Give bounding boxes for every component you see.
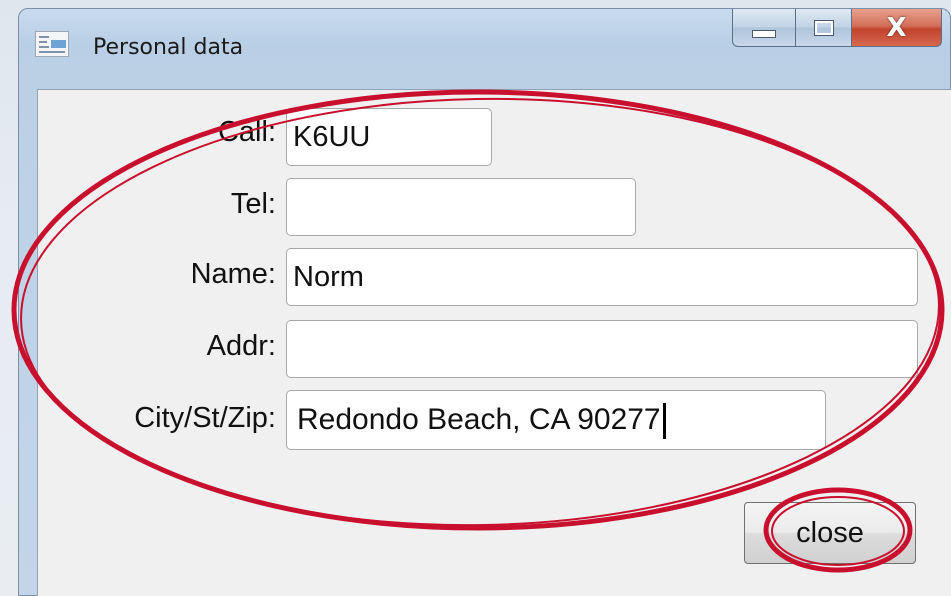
addr-label: Addr: — [206, 330, 276, 362]
minimize-button[interactable] — [732, 9, 796, 47]
tel-input[interactable] — [286, 178, 636, 236]
minimize-icon — [752, 29, 776, 38]
caption-buttons: X — [732, 9, 942, 47]
addr-input[interactable] — [286, 320, 918, 378]
title-bar[interactable]: Personal data X — [19, 9, 950, 89]
close-icon: X — [886, 12, 907, 43]
city-label: City/St/Zip: — [134, 402, 276, 434]
call-label: Call: — [217, 116, 276, 148]
tel-label: Tel: — [230, 188, 276, 220]
city-value: Redondo Beach, CA 90277 — [297, 403, 661, 436]
close-button[interactable]: close — [744, 502, 916, 564]
app-document-icon — [35, 31, 69, 57]
city-input[interactable]: Redondo Beach, CA 90277 — [286, 390, 826, 450]
call-input[interactable] — [286, 108, 492, 166]
name-label: Name: — [190, 258, 276, 290]
close-window-button[interactable]: X — [852, 9, 942, 47]
maximize-icon — [813, 19, 834, 36]
text-caret — [662, 403, 666, 440]
name-input[interactable] — [286, 248, 918, 306]
window-title: Personal data — [93, 35, 244, 60]
maximize-button[interactable] — [796, 9, 852, 47]
